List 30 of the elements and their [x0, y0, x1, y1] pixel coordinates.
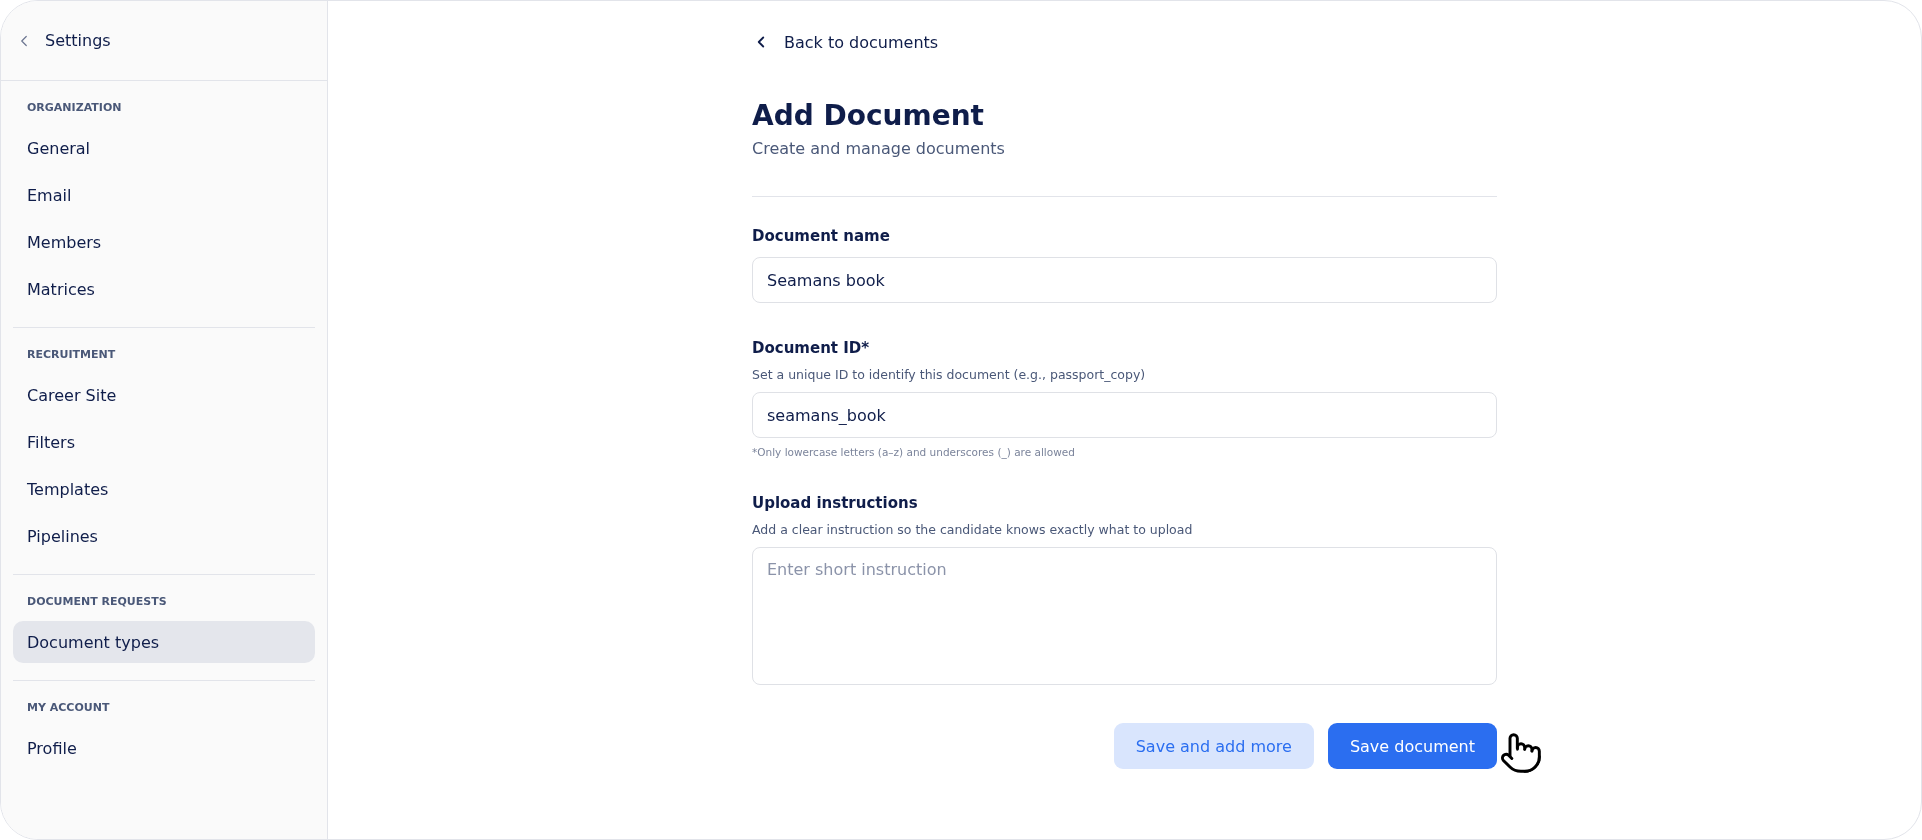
- nav-item[interactable]: Matrices: [13, 268, 315, 310]
- save-button[interactable]: Save document: [1327, 723, 1497, 769]
- field-label: Upload instructions: [752, 494, 919, 512]
- section-heading: MY ACCOUNT: [26, 700, 111, 716]
- settings-back-button[interactable]: Settings: [15, 31, 111, 50]
- field-note: *Only lowercase letters (a–z) and underscores (_) are allowed: [752, 446, 1076, 458]
- save-and-add-button[interactable]: Save and add more: [1113, 723, 1314, 769]
- nav-item[interactable]: Document types: [13, 621, 315, 663]
- nav-item[interactable]: Filters: [13, 421, 315, 463]
- page-title: Add Document: [752, 99, 985, 133]
- section-heading: ORGANIZATION: [26, 100, 123, 116]
- input-field[interactable]: seamans_book: [752, 392, 1497, 438]
- input-field[interactable]: Seamans book: [752, 257, 1497, 303]
- section-heading: DOCUMENT REQUESTS: [26, 594, 168, 610]
- section-heading: RECRUITMENT: [26, 347, 117, 363]
- field-help-text: Set a unique ID to identify this document (e.g., passport_copy): [752, 367, 1147, 382]
- text-area[interactable]: Enter short instruction: [752, 547, 1497, 685]
- field-help-text: Add a clear instruction so the candidate knows exactly what to upload: [752, 522, 1194, 537]
- nav-item[interactable]: Profile: [13, 727, 315, 769]
- nav-item[interactable]: General: [13, 127, 315, 169]
- nav-item[interactable]: Email: [13, 174, 315, 216]
- hand-cursor-icon: [1499, 731, 1543, 775]
- back-link[interactable]: Back to documents: [752, 25, 939, 59]
- nav-item[interactable]: Members: [13, 221, 315, 263]
- field-label: Document name: [752, 227, 891, 245]
- nav-item[interactable]: Pipelines: [13, 515, 315, 557]
- nav-item[interactable]: Career Site: [13, 374, 315, 416]
- page-subtitle: Create and manage documents: [752, 139, 1006, 158]
- nav-item[interactable]: Templates: [13, 468, 315, 510]
- field-label: Document ID*: [752, 339, 871, 357]
